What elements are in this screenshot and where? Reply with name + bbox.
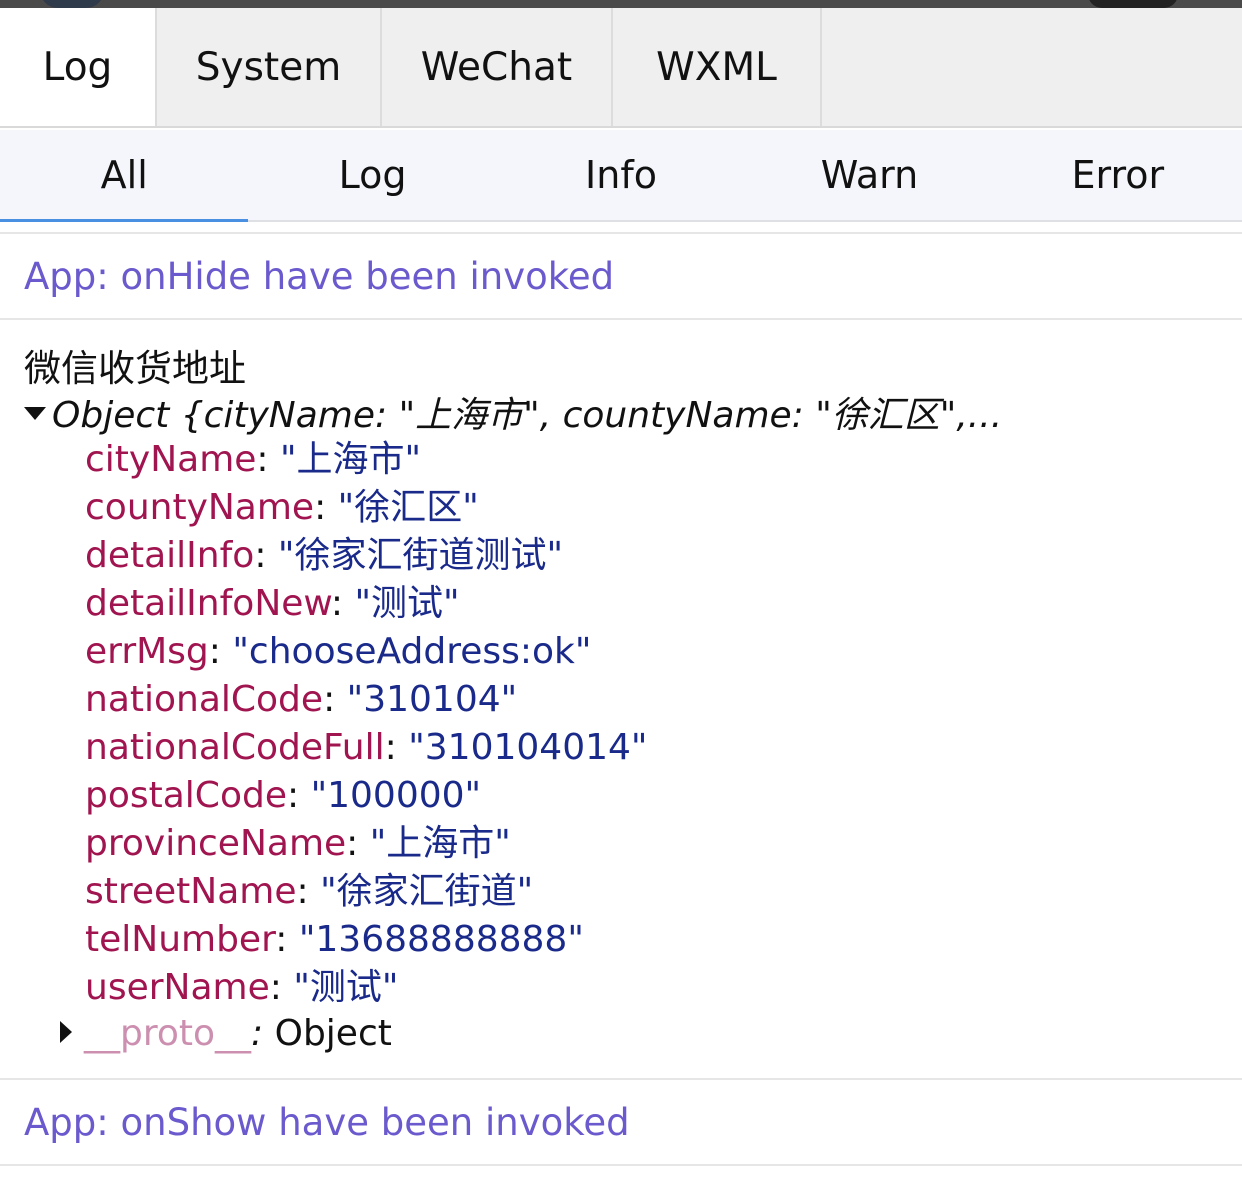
property-key: detailInfoNew (85, 583, 331, 624)
tab-wxml[interactable]: WXML (613, 8, 822, 126)
property-value: "徐家汇街道测试" (277, 535, 564, 576)
log-filter-tabs: All Log Info Warn Error (0, 130, 1242, 222)
property-value: "chooseAddress:ok" (232, 631, 592, 672)
property-row: detailInfoNew: "测试" (85, 580, 647, 628)
property-row: nationalCode: "310104" (85, 676, 647, 724)
property-value: "徐家汇街道" (320, 871, 534, 912)
property-separator: : (314, 487, 338, 528)
property-row: errMsg: "chooseAddress:ok" (85, 628, 647, 676)
property-row: nationalCodeFull: "310104014" (85, 724, 647, 772)
property-separator: : (208, 631, 233, 672)
property-key: detailInfo (85, 535, 255, 576)
filter-tab-all[interactable]: All (0, 130, 249, 222)
property-row: countyName: "徐汇区" (85, 484, 647, 532)
property-row: userName: "测试" (85, 964, 647, 1012)
proto-key: __proto__ (84, 1013, 252, 1054)
property-value: "13688888888" (298, 919, 584, 960)
proto-toggle[interactable]: __proto__: Object (60, 1010, 392, 1058)
proto-separator: : (251, 1013, 275, 1054)
status-bar-shape-right (1088, 0, 1178, 8)
tab-log[interactable]: Log (0, 8, 157, 126)
property-row: streetName: "徐家汇街道" (85, 868, 647, 916)
property-key: nationalCodeFull (85, 727, 385, 768)
property-key: postalCode (85, 775, 287, 816)
object-property-list: cityName: "上海市" countyName: "徐汇区" detail… (85, 436, 647, 1012)
property-separator: : (296, 871, 321, 912)
filter-tab-error[interactable]: Error (994, 130, 1242, 220)
property-value: "100000" (310, 775, 482, 816)
filter-tab-info[interactable]: Info (497, 130, 745, 220)
property-separator: : (254, 535, 278, 576)
property-row: provinceName: "上海市" (85, 820, 647, 868)
proto-value: Object (274, 1013, 392, 1054)
property-separator: : (286, 775, 311, 816)
tab-wechat[interactable]: WeChat (382, 8, 613, 126)
log-entry-onshow: App: onShow have been invoked (0, 1080, 1242, 1166)
property-separator: : (330, 583, 355, 624)
property-value: "徐汇区" (337, 487, 479, 528)
property-row: detailInfo: "徐家汇街道测试" (85, 532, 647, 580)
object-summary-text: Object {cityName: "上海市", countyName: "徐汇… (52, 395, 1003, 436)
property-key: nationalCode (85, 679, 324, 720)
property-key: userName (85, 967, 270, 1008)
property-key: streetName (85, 871, 297, 912)
filter-tab-warn[interactable]: Warn (745, 130, 993, 220)
property-separator: : (323, 679, 347, 720)
property-value: "上海市" (280, 439, 422, 480)
property-key: countyName (85, 487, 315, 528)
property-value: "测试" (354, 583, 460, 624)
property-key: cityName (85, 439, 257, 480)
property-separator: : (275, 919, 299, 960)
log-entry-object: 微信收货地址 Object {cityName: "上海市", countyNa… (0, 320, 1242, 1080)
tab-system[interactable]: System (157, 8, 382, 126)
log-entry-onhide: App: onHide have been invoked (0, 234, 1242, 320)
log-text: App: onShow have been invoked (24, 1100, 630, 1144)
status-bar-shape (40, 0, 104, 8)
status-bar-edge (0, 0, 1242, 8)
property-value: "测试" (293, 967, 399, 1008)
main-tab-bar: Log System WeChat WXML (0, 8, 1242, 128)
property-row: postalCode: "100000" (85, 772, 647, 820)
property-value: "上海市" (369, 823, 511, 864)
object-summary-toggle[interactable]: Object {cityName: "上海市", countyName: "徐汇… (24, 386, 1002, 438)
property-separator: : (384, 727, 409, 768)
log-text: App: onHide have been invoked (24, 254, 615, 298)
filter-tab-log[interactable]: Log (248, 130, 496, 220)
property-value: "310104" (346, 679, 518, 720)
log-object-title: 微信收货地址 (24, 347, 246, 390)
property-row: telNumber: "13688888888" (85, 916, 647, 964)
property-key: errMsg (85, 631, 209, 672)
property-key: telNumber (85, 919, 276, 960)
console-log-list[interactable]: App: onHide have been invoked 微信收货地址 Obj… (0, 232, 1242, 1180)
property-value: "310104014" (408, 727, 648, 768)
collapsed-triangle-icon[interactable] (60, 1021, 72, 1043)
property-separator: : (256, 439, 280, 480)
property-key: provinceName (85, 823, 347, 864)
expand-triangle-icon[interactable] (24, 406, 46, 420)
property-separator: : (346, 823, 370, 864)
property-separator: : (269, 967, 294, 1008)
property-row: cityName: "上海市" (85, 436, 647, 484)
